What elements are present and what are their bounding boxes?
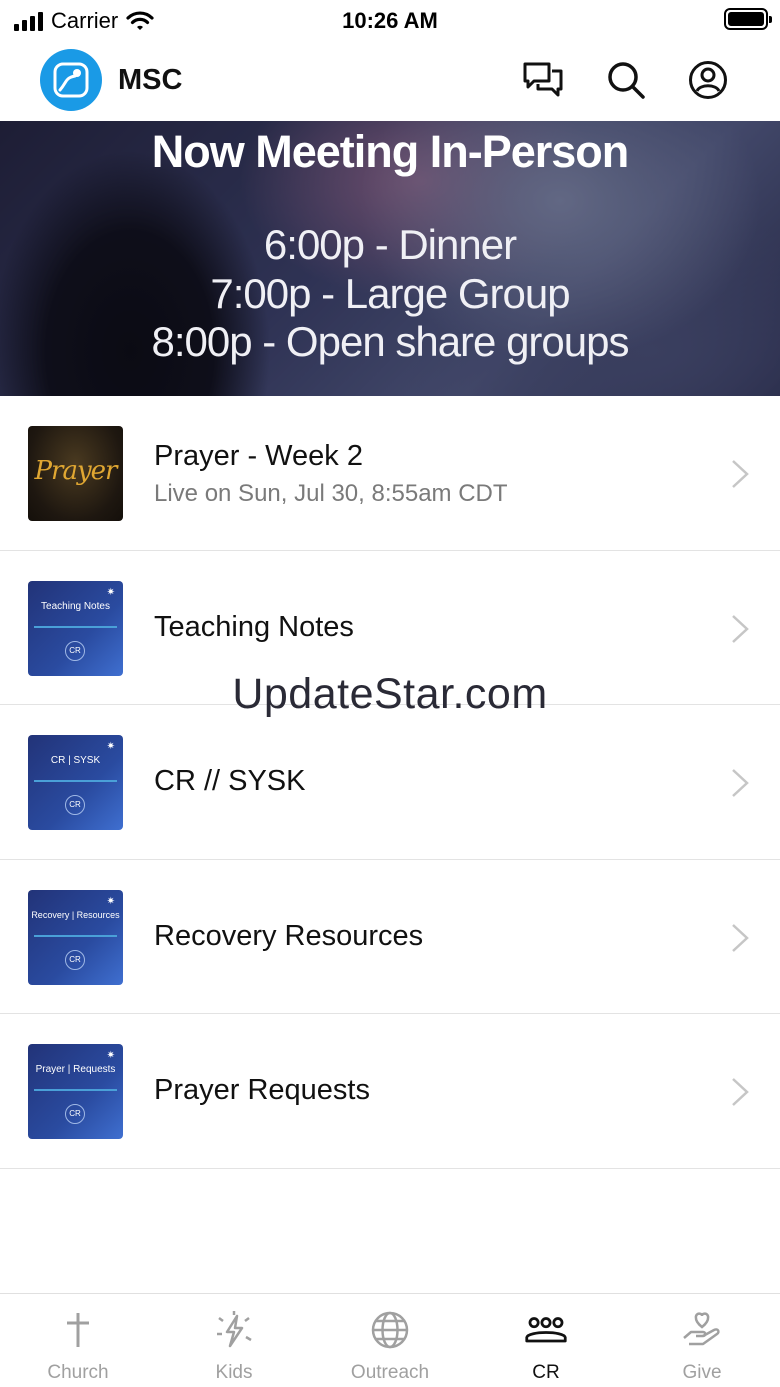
watermark: UpdateStar.com: [232, 670, 548, 718]
app-logo[interactable]: [40, 49, 102, 111]
tab-give[interactable]: Give: [624, 1294, 780, 1387]
list-item-prayer-requests[interactable]: ✷ Prayer | Requests CR Prayer Requests: [0, 1014, 780, 1169]
cross-icon: [56, 1310, 100, 1350]
profile-icon[interactable]: [686, 58, 730, 102]
chevron-right-icon: [732, 1078, 749, 1106]
list-item-title: Prayer - Week 2: [154, 440, 363, 472]
chevron-right-icon: [732, 923, 749, 952]
clock: 10:26 AM: [342, 8, 438, 33]
list-item-title: CR // SYSK: [154, 765, 306, 797]
tab-church[interactable]: Church: [0, 1294, 156, 1387]
thumbnail: ✷ Prayer | Requests CR: [28, 1044, 123, 1139]
tab-outreach[interactable]: Outreach: [312, 1294, 468, 1387]
search-icon[interactable]: [604, 58, 648, 102]
group-icon: [524, 1310, 568, 1350]
tab-cr[interactable]: CR: [468, 1294, 624, 1387]
thumbnail: ✷ CR | SYSK CR: [28, 735, 123, 830]
app-title: MSC: [118, 64, 183, 96]
globe-icon: [368, 1310, 412, 1350]
list-item-title: Teaching Notes: [154, 610, 354, 643]
heart-hand-icon: [680, 1310, 724, 1350]
tab-kids[interactable]: Kids: [156, 1294, 312, 1387]
list-item-title: Prayer Requests: [154, 1074, 370, 1106]
content-list: Prayer Prayer - Week 2 Live on Sun, Jul …: [0, 396, 780, 1169]
list-item-recovery-resources[interactable]: ✷ Recovery | Resources CR Recovery Resou…: [0, 859, 780, 1014]
tab-bar: Church Kids Outreach CR Give: [0, 1293, 780, 1387]
list-item-cr-sysk[interactable]: ✷ CR | SYSK CR CR // SYSK: [0, 705, 780, 860]
status-bar: Carrier 10:26 AM: [0, 0, 780, 40]
logo-icon: [53, 62, 89, 98]
chat-bubbles-icon[interactable]: [521, 58, 565, 102]
banner-line-dinner: 6:00p - Dinner: [263, 221, 517, 268]
banner-title: Now Meeting In-Person: [151, 126, 630, 177]
list-item-prayer-week-2[interactable]: Prayer Prayer - Week 2 Live on Sun, Jul …: [0, 396, 780, 551]
banner-line-large-group: 7:00p - Large Group: [210, 270, 570, 317]
chevron-right-icon: [732, 614, 749, 643]
thumbnail: ✷ Teaching Notes CR: [28, 580, 123, 676]
app-header: MSC: [0, 40, 780, 120]
chevron-right-icon: [732, 769, 749, 797]
thumbnail: ✷ Recovery | Resources CR: [28, 889, 123, 985]
list-item-title: Recovery Resources: [154, 919, 424, 952]
event-banner[interactable]: Now Meeting In-Person 6:00p - Dinner 7:0…: [0, 121, 780, 396]
sparkle-bolt-icon: [212, 1310, 256, 1350]
banner-line-share-groups: 8:00p - Open share groups: [151, 318, 630, 365]
thumbnail: Prayer: [28, 426, 123, 521]
battery-icon: [724, 8, 772, 30]
list-item-subtitle: Live on Sun, Jul 30, 8:55am CDT: [154, 480, 508, 507]
chevron-right-icon: [732, 460, 749, 488]
